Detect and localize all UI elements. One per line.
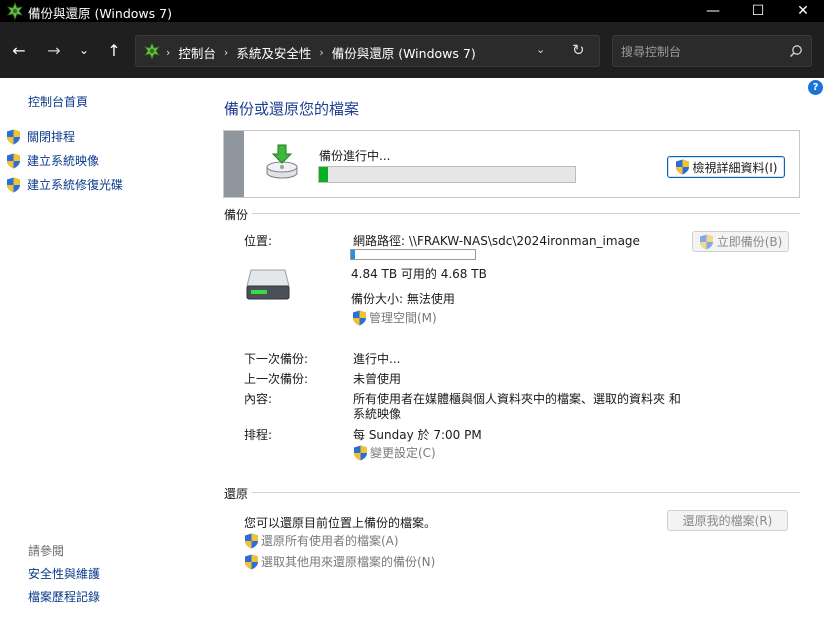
manage-space-link[interactable]: 管理空間(M)	[352, 309, 437, 326]
sidebar-item-label: 關閉排程	[27, 130, 76, 144]
backup-size-text: 備份大小: 無法使用	[351, 292, 455, 306]
sidebar-item-create-repair-disc[interactable]: 建立系統修復光碟	[6, 176, 123, 193]
panel-stripe	[224, 131, 244, 197]
breadcrumb-system-security[interactable]: 系統及安全性	[236, 43, 311, 62]
back-button[interactable]: ←	[7, 38, 31, 62]
backup-progress-fill	[319, 167, 328, 182]
sidebar-item-label: 建立系統修復光碟	[27, 178, 124, 192]
backup-now-label: 立即備份(B)	[716, 235, 783, 249]
sidebar-item-control-panel-home[interactable]: 控制台首頁	[28, 93, 88, 110]
uac-shield-icon	[7, 129, 20, 144]
sidebar-item-security-maintenance[interactable]: 安全性與維護	[28, 565, 100, 582]
sidebar-item-label: 建立系統映像	[27, 154, 100, 168]
uac-shield-icon	[7, 177, 20, 192]
uac-shield-icon	[245, 533, 258, 548]
address-dropdown-icon[interactable]: ⌄	[536, 43, 545, 56]
change-settings-link[interactable]: 變更設定(C)	[353, 444, 436, 461]
last-backup-value: 未曾使用	[353, 372, 402, 386]
search-icon[interactable]	[789, 44, 803, 58]
sidebar: 控制台首頁 關閉排程 建立系統映像 建立系統修復光碟 請參閱 安全性與維護 檔案…	[0, 78, 210, 620]
backup-progress-panel: 備份進行中... 檢視詳細資料(I)	[223, 130, 800, 198]
capacity-fill	[351, 250, 355, 259]
contents-value-line2: 系統映像	[353, 407, 402, 421]
last-backup-label: 上一次備份:	[244, 372, 309, 386]
restore-my-files-button[interactable]: 還原我的檔案(R)	[667, 510, 788, 531]
backup-section-heading: 備份	[224, 208, 249, 222]
view-details-label: 檢視詳細資料(I)	[692, 160, 778, 175]
change-settings-label: 變更設定(C)	[370, 446, 436, 460]
uac-shield-icon	[7, 153, 20, 168]
breadcrumb-separator: ›	[319, 46, 324, 59]
breadcrumb-separator: ›	[166, 46, 171, 59]
search-box[interactable]	[612, 35, 812, 67]
contents-value-line1: 所有使用者在媒體櫃與個人資料夾中的檔案、選取的資料夾 和	[353, 392, 681, 406]
next-backup-label: 下一次備份:	[244, 352, 309, 366]
restore-my-files-label: 還原我的檔案(R)	[682, 514, 773, 528]
next-backup-value: 進行中...	[353, 352, 401, 366]
control-panel-icon	[144, 42, 160, 60]
uac-shield-icon	[354, 445, 367, 460]
breadcrumb-control-panel[interactable]: 控制台	[178, 43, 216, 62]
refresh-icon[interactable]: ↻	[572, 41, 585, 59]
close-button[interactable]: ✕	[780, 0, 824, 22]
view-details-button[interactable]: 檢視詳細資料(I)	[667, 156, 785, 178]
manage-space-label: 管理空間(M)	[369, 311, 437, 325]
maximize-button[interactable]: ☐	[735, 0, 781, 22]
restore-all-users-label: 還原所有使用者的檔案(A)	[261, 534, 399, 548]
uac-shield-icon	[699, 234, 713, 249]
help-icon[interactable]: ?	[808, 80, 823, 95]
sidebar-item-file-history[interactable]: 檔案歷程記錄	[28, 588, 100, 605]
uac-shield-icon	[245, 554, 258, 569]
schedule-value: 每 Sunday 於 7:00 PM	[353, 428, 482, 442]
recent-locations-button[interactable]: ⌄	[72, 38, 96, 62]
uac-shield-icon	[675, 159, 689, 175]
capacity-bar	[350, 249, 476, 260]
window-title: 備份與還原 (Windows 7)	[28, 6, 172, 21]
forward-button[interactable]: →	[42, 38, 66, 62]
backup-progress-bar	[318, 166, 576, 183]
uac-shield-icon	[353, 310, 366, 325]
title-bar: 備份與還原 (Windows 7) — ☐ ✕	[0, 0, 824, 22]
search-input[interactable]	[621, 42, 781, 62]
up-button[interactable]: ↑	[102, 38, 126, 62]
address-bar: ← → ⌄ ↑ › 控制台 › 系統及安全性 › 備份與還原 (Windows …	[0, 22, 824, 78]
backup-progress-label: 備份進行中...	[319, 149, 391, 163]
select-other-backup-label: 選取其他用來還原檔案的備份(N)	[261, 555, 436, 569]
schedule-label: 排程:	[244, 428, 273, 442]
minimize-button[interactable]: —	[690, 0, 736, 22]
page-title: 備份或還原您的檔案	[224, 100, 360, 118]
select-other-backup-link[interactable]: 選取其他用來還原檔案的備份(N)	[244, 553, 435, 570]
location-value: 網路路徑: \\FRAKW-NAS\sdc\2024ironman_image	[353, 234, 640, 248]
sidebar-item-create-system-image[interactable]: 建立系統映像	[6, 152, 99, 169]
breadcrumb-backup-restore[interactable]: 備份與還原 (Windows 7)	[332, 43, 476, 62]
backup-in-progress-icon	[266, 144, 298, 179]
restore-all-users-link[interactable]: 還原所有使用者的檔案(A)	[244, 532, 399, 549]
backup-now-button[interactable]: 立即備份(B)	[692, 231, 789, 252]
backup-restore-app-icon	[7, 2, 23, 20]
free-space-text: 4.84 TB 可用的 4.68 TB	[351, 267, 487, 281]
breadcrumb-items: › 控制台 › 系統及安全性 › 備份與還原 (Windows 7)	[166, 43, 476, 62]
breadcrumb[interactable]: › 控制台 › 系統及安全性 › 備份與還原 (Windows 7) ⌄ ↻	[135, 35, 600, 67]
restore-section-heading: 還原	[224, 487, 249, 501]
breadcrumb-separator: ›	[223, 46, 229, 59]
restore-description: 您可以還原目前位置上備份的檔案。	[244, 516, 437, 530]
see-also-heading: 請參閱	[28, 544, 65, 558]
backup-section-divider	[252, 213, 800, 214]
sidebar-item-turn-off-schedule[interactable]: 關閉排程	[6, 128, 75, 145]
contents-label: 內容:	[244, 392, 273, 406]
restore-section-divider	[252, 492, 800, 493]
location-label: 位置:	[244, 234, 273, 248]
external-drive-icon	[246, 269, 290, 300]
